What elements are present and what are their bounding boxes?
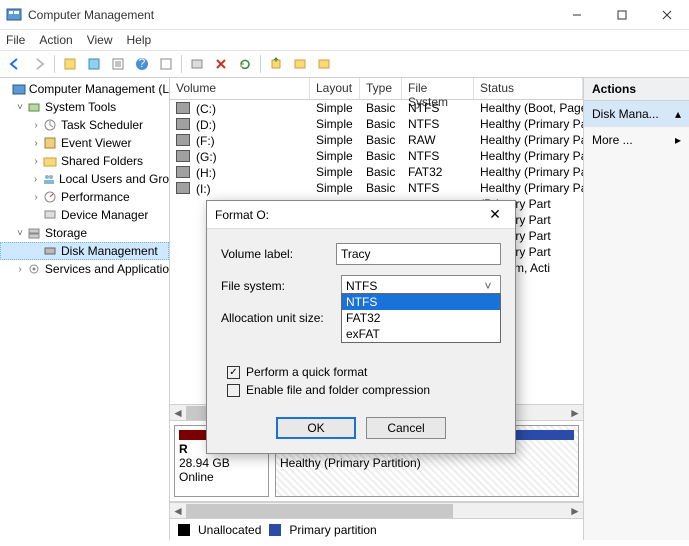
dialog-title: Format O: bbox=[215, 208, 483, 222]
legend-primary: Primary partition bbox=[289, 523, 376, 537]
col-layout[interactable]: Layout bbox=[310, 78, 360, 99]
refresh-icon[interactable] bbox=[234, 53, 256, 75]
minimize-button[interactable] bbox=[554, 0, 599, 30]
dropdown-option[interactable]: FAT32 bbox=[342, 310, 500, 326]
chevron-down-icon: ˅ bbox=[480, 279, 496, 293]
tree-storage[interactable]: ˅Storage bbox=[0, 224, 169, 242]
tree-system-tools[interactable]: ˅System Tools bbox=[0, 98, 169, 116]
cancel-button[interactable]: Cancel bbox=[366, 417, 446, 439]
tree-local-users[interactable]: ›Local Users and Gro bbox=[0, 170, 169, 188]
table-row[interactable]: (F:)SimpleBasicRAWHealthy (Primary Part bbox=[170, 132, 583, 148]
menu-file[interactable]: File bbox=[6, 33, 25, 47]
forward-button[interactable] bbox=[28, 53, 50, 75]
svg-text:?: ? bbox=[139, 57, 146, 70]
table-row[interactable]: (I:)SimpleBasicNTFSHealthy (Primary Part bbox=[170, 180, 583, 196]
toolbar-icon[interactable] bbox=[155, 53, 177, 75]
ok-button[interactable]: OK bbox=[276, 417, 356, 439]
col-filesystem[interactable]: File System bbox=[402, 78, 474, 99]
menu-view[interactable]: View bbox=[87, 33, 113, 47]
tree-disk-management[interactable]: Disk Management bbox=[0, 242, 169, 260]
volume-label-label: Volume label: bbox=[221, 247, 336, 261]
help-icon[interactable]: ? bbox=[131, 53, 153, 75]
volume-label-input[interactable] bbox=[336, 243, 501, 265]
toolbar-icon[interactable] bbox=[83, 53, 105, 75]
toolbar: ? bbox=[0, 50, 689, 78]
compression-checkbox[interactable]: Enable file and folder compression bbox=[227, 383, 501, 397]
collapse-icon: ▴ bbox=[675, 107, 681, 121]
tree-services[interactable]: ›Services and Applicatio bbox=[0, 260, 169, 278]
maximize-button[interactable] bbox=[599, 0, 644, 30]
dropdown-option[interactable]: exFAT bbox=[342, 326, 500, 342]
delete-icon[interactable] bbox=[210, 53, 232, 75]
table-row[interactable]: (H:)SimpleBasicFAT32Healthy (Primary Par… bbox=[170, 164, 583, 180]
col-status[interactable]: Status bbox=[474, 78, 583, 99]
col-volume[interactable]: Volume bbox=[170, 78, 310, 99]
back-button[interactable] bbox=[4, 53, 26, 75]
scroll-right-icon[interactable]: ► bbox=[567, 405, 583, 421]
scroll-left-icon[interactable]: ◄ bbox=[170, 405, 186, 421]
disk-hscroll[interactable]: ◄ ► bbox=[170, 502, 583, 518]
toolbar-icon[interactable] bbox=[107, 53, 129, 75]
table-row[interactable]: (G:)SimpleBasicNTFSHealthy (Primary Part bbox=[170, 148, 583, 164]
table-row[interactable]: (C:)SimpleBasicNTFSHealthy (Boot, Page F bbox=[170, 100, 583, 116]
actions-more[interactable]: More ... ▸ bbox=[584, 127, 689, 153]
allocation-unit-label: Allocation unit size: bbox=[221, 311, 341, 325]
tree-shared-folders[interactable]: ›Shared Folders bbox=[0, 152, 169, 170]
tree-task-scheduler[interactable]: ›Task Scheduler bbox=[0, 116, 169, 134]
scroll-right-icon[interactable]: ► bbox=[567, 503, 583, 519]
toolbar-icon[interactable] bbox=[59, 53, 81, 75]
format-dialog: Format O: ✕ Volume label: File system: N… bbox=[206, 200, 516, 454]
actions-header: Actions bbox=[584, 78, 689, 101]
dropdown-option[interactable]: NTFS bbox=[342, 294, 500, 310]
toolbar-icon[interactable] bbox=[289, 53, 311, 75]
volume-list-header: Volume Layout Type File System Status bbox=[170, 78, 583, 100]
disk-status: Online bbox=[179, 470, 264, 484]
legend-swatch-unallocated bbox=[178, 524, 190, 536]
disk-size: 28.94 GB bbox=[179, 456, 264, 470]
toolbar-icon[interactable] bbox=[313, 53, 335, 75]
scroll-left-icon[interactable]: ◄ bbox=[170, 503, 186, 519]
menubar: File Action View Help bbox=[0, 30, 689, 50]
legend-swatch-primary bbox=[269, 524, 281, 536]
table-row[interactable]: (D:)SimpleBasicNTFSHealthy (Primary Part bbox=[170, 116, 583, 132]
tree-root[interactable]: Computer Management (L bbox=[0, 80, 169, 98]
menu-action[interactable]: Action bbox=[39, 33, 72, 47]
app-icon bbox=[6, 7, 22, 23]
col-type[interactable]: Type bbox=[360, 78, 402, 99]
quick-format-checkbox[interactable]: ✓Perform a quick format bbox=[227, 365, 501, 379]
toolbar-icon[interactable] bbox=[265, 53, 287, 75]
legend: Unallocated Primary partition bbox=[170, 518, 583, 540]
legend-unallocated: Unallocated bbox=[198, 523, 261, 537]
window-title: Computer Management bbox=[28, 8, 554, 22]
partition-status: Healthy (Primary Partition) bbox=[280, 456, 574, 470]
tree-event-viewer[interactable]: ›Event Viewer bbox=[0, 134, 169, 152]
filesystem-dropdown[interactable]: NTFS FAT32 exFAT bbox=[341, 293, 501, 343]
tree-pane: Computer Management (L ˅System Tools ›Ta… bbox=[0, 78, 170, 540]
close-button[interactable] bbox=[644, 0, 689, 30]
titlebar: Computer Management bbox=[0, 0, 689, 30]
dialog-close-button[interactable]: ✕ bbox=[483, 206, 507, 223]
toolbar-icon[interactable] bbox=[186, 53, 208, 75]
tree-performance[interactable]: ›Performance bbox=[0, 188, 169, 206]
tree-device-manager[interactable]: Device Manager bbox=[0, 206, 169, 224]
actions-pane: Actions Disk Mana... ▴ More ... ▸ bbox=[584, 78, 689, 540]
filesystem-label: File system: bbox=[221, 279, 341, 293]
actions-disk-management[interactable]: Disk Mana... ▴ bbox=[584, 101, 689, 127]
chevron-right-icon: ▸ bbox=[675, 133, 681, 147]
menu-help[interactable]: Help bbox=[127, 33, 152, 47]
